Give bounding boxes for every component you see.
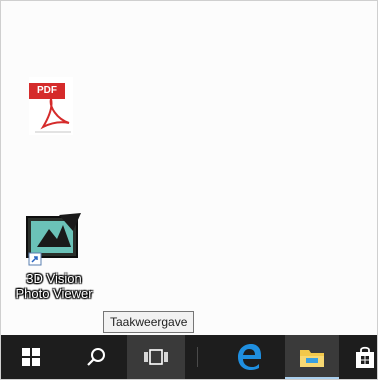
edge-browser-icon bbox=[238, 344, 261, 370]
file-explorer-icon bbox=[300, 350, 324, 367]
desktop-icon-3d-vision-photo-viewer[interactable]: 3D Vision Photo Viewer bbox=[5, 209, 103, 301]
desktop[interactable]: PDF 3D Vision Photo Viewer bbox=[1, 1, 377, 335]
store-button[interactable] bbox=[345, 335, 377, 379]
label-line-1: 3D Vision bbox=[26, 271, 82, 286]
label-line-2: Photo Viewer bbox=[15, 286, 93, 301]
desktop-icon-label: 3D Vision Photo Viewer bbox=[5, 271, 103, 301]
task-view-icon bbox=[144, 349, 168, 365]
3d-vision-photo-viewer-icon bbox=[23, 209, 85, 267]
taskbar-separator bbox=[197, 347, 198, 367]
taskbar bbox=[1, 335, 377, 379]
start-button[interactable] bbox=[1, 335, 61, 379]
desktop-icon-pdf[interactable]: PDF bbox=[21, 77, 81, 135]
acrobat-symbol-icon bbox=[40, 98, 70, 130]
taskview-tooltip: Taakweergave bbox=[103, 311, 195, 333]
screenshot-frame: PDF 3D Vision Photo Viewer Taakweergave bbox=[0, 0, 378, 380]
search-icon bbox=[87, 348, 105, 366]
store-icon bbox=[356, 346, 374, 368]
search-button[interactable] bbox=[67, 335, 125, 379]
edge-button[interactable] bbox=[223, 335, 275, 379]
file-explorer-button[interactable] bbox=[285, 335, 339, 379]
pdf-divider bbox=[35, 131, 71, 133]
pdf-document-icon: PDF bbox=[29, 77, 73, 135]
task-view-button[interactable] bbox=[127, 335, 185, 379]
windows-start-icon bbox=[22, 348, 40, 366]
